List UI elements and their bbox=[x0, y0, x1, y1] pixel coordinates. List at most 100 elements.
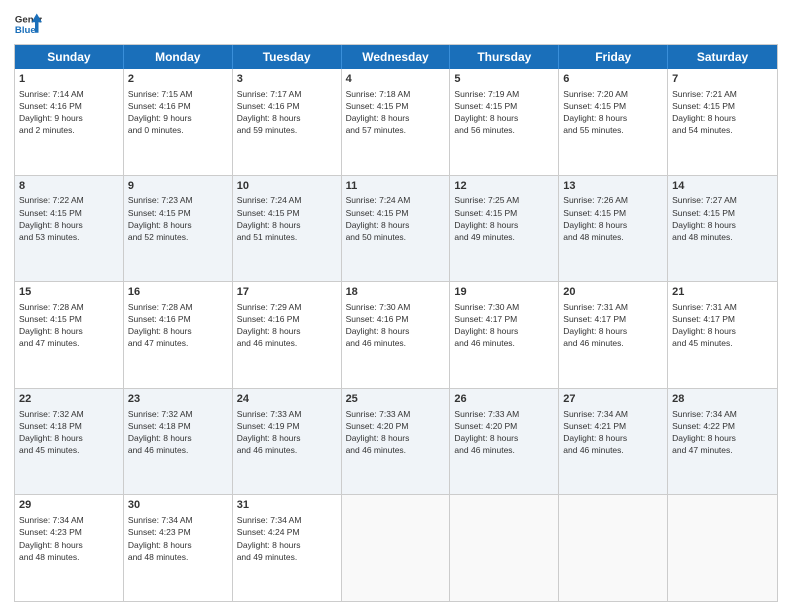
calendar-week-1: 8Sunrise: 7:22 AM Sunset: 4:15 PM Daylig… bbox=[15, 175, 777, 282]
day-number: 6 bbox=[563, 72, 663, 87]
day-info: Sunrise: 7:19 AM Sunset: 4:15 PM Dayligh… bbox=[454, 89, 519, 135]
day-info: Sunrise: 7:34 AM Sunset: 4:23 PM Dayligh… bbox=[19, 515, 84, 561]
calendar-week-3: 22 Sunrise: 7:32 AM Sunset: 4:18 PM Dayli… bbox=[15, 388, 777, 495]
calendar-cell-20: 20 Sunrise: 7:31 AM Sunset: 4:17 PM Dayli… bbox=[559, 282, 668, 388]
day-info: Sunrise: 7:28 AM Sunset: 4:16 PM Dayligh… bbox=[128, 302, 193, 348]
calendar-cell-23: 23Sunrise: 7:32 AM Sunset: 4:18 PM Dayli… bbox=[124, 389, 233, 495]
day-info: Sunrise: 7:30 AM Sunset: 4:17 PM Dayligh… bbox=[454, 302, 519, 348]
day-info: Sunrise: 7:34 AM Sunset: 4:21 PM Dayligh… bbox=[563, 409, 628, 455]
calendar-cell-15: 15 Sunrise: 7:28 AM Sunset: 4:15 PM Dayli… bbox=[15, 282, 124, 388]
calendar-cell-empty bbox=[342, 495, 451, 601]
calendar-cell-9: 9Sunrise: 7:23 AM Sunset: 4:15 PM Daylig… bbox=[124, 176, 233, 282]
day-number: 7 bbox=[672, 72, 773, 87]
header-day-sunday: Sunday bbox=[15, 45, 124, 69]
day-number: 26 bbox=[454, 392, 554, 407]
day-number: 15 bbox=[19, 285, 119, 300]
header-day-monday: Monday bbox=[124, 45, 233, 69]
day-number: 5 bbox=[454, 72, 554, 87]
calendar-header: SundayMondayTuesdayWednesdayThursdayFrid… bbox=[15, 45, 777, 69]
day-info: Sunrise: 7:33 AM Sunset: 4:19 PM Dayligh… bbox=[237, 409, 302, 455]
header-day-wednesday: Wednesday bbox=[342, 45, 451, 69]
day-number: 9 bbox=[128, 179, 228, 194]
day-number: 16 bbox=[128, 285, 228, 300]
calendar-body: 1Sunrise: 7:14 AM Sunset: 4:16 PM Daylig… bbox=[15, 69, 777, 601]
calendar-cell-17: 17 Sunrise: 7:29 AM Sunset: 4:16 PM Dayli… bbox=[233, 282, 342, 388]
calendar-cell-11: 11Sunrise: 7:24 AM Sunset: 4:15 PM Dayli… bbox=[342, 176, 451, 282]
day-number: 13 bbox=[563, 179, 663, 194]
day-info: Sunrise: 7:25 AM Sunset: 4:15 PM Dayligh… bbox=[454, 195, 519, 241]
header: General Blue bbox=[14, 10, 778, 38]
day-info: Sunrise: 7:22 AM Sunset: 4:15 PM Dayligh… bbox=[19, 195, 84, 241]
calendar-cell-13: 13Sunrise: 7:26 AM Sunset: 4:15 PM Dayli… bbox=[559, 176, 668, 282]
day-info: Sunrise: 7:21 AM Sunset: 4:15 PM Dayligh… bbox=[672, 89, 737, 135]
day-info: Sunrise: 7:33 AM Sunset: 4:20 PM Dayligh… bbox=[454, 409, 519, 455]
header-day-saturday: Saturday bbox=[668, 45, 777, 69]
calendar-cell-14: 14Sunrise: 7:27 AM Sunset: 4:15 PM Dayli… bbox=[668, 176, 777, 282]
calendar-cell-31: 31 Sunrise: 7:34 AM Sunset: 4:24 PM Dayli… bbox=[233, 495, 342, 601]
day-info: Sunrise: 7:18 AM Sunset: 4:15 PM Dayligh… bbox=[346, 89, 411, 135]
page-container: General Blue SundayMondayTuesdayWednesda… bbox=[0, 0, 792, 612]
calendar-week-0: 1Sunrise: 7:14 AM Sunset: 4:16 PM Daylig… bbox=[15, 69, 777, 175]
calendar-cell-29: 29Sunrise: 7:34 AM Sunset: 4:23 PM Dayli… bbox=[15, 495, 124, 601]
calendar-cell-empty bbox=[450, 495, 559, 601]
calendar-cell-empty bbox=[668, 495, 777, 601]
calendar-week-2: 15 Sunrise: 7:28 AM Sunset: 4:15 PM Dayli… bbox=[15, 281, 777, 388]
day-number: 30 bbox=[128, 498, 228, 513]
day-info: Sunrise: 7:32 AM Sunset: 4:18 PM Dayligh… bbox=[128, 409, 193, 455]
day-info: Sunrise: 7:31 AM Sunset: 4:17 PM Dayligh… bbox=[563, 302, 628, 348]
day-info: Sunrise: 7:33 AM Sunset: 4:20 PM Dayligh… bbox=[346, 409, 411, 455]
day-number: 18 bbox=[346, 285, 446, 300]
calendar-cell-4: 4 Sunrise: 7:18 AM Sunset: 4:15 PM Daylig… bbox=[342, 69, 451, 175]
logo: General Blue bbox=[14, 10, 42, 38]
day-info: Sunrise: 7:32 AM Sunset: 4:18 PM Dayligh… bbox=[19, 409, 84, 455]
day-info: Sunrise: 7:28 AM Sunset: 4:15 PM Dayligh… bbox=[19, 302, 84, 348]
header-day-thursday: Thursday bbox=[450, 45, 559, 69]
calendar-cell-22: 22 Sunrise: 7:32 AM Sunset: 4:18 PM Dayli… bbox=[15, 389, 124, 495]
day-number: 20 bbox=[563, 285, 663, 300]
calendar-week-4: 29Sunrise: 7:34 AM Sunset: 4:23 PM Dayli… bbox=[15, 494, 777, 601]
calendar-cell-3: 3 Sunrise: 7:17 AM Sunset: 4:16 PM Daylig… bbox=[233, 69, 342, 175]
day-info: Sunrise: 7:15 AM Sunset: 4:16 PM Dayligh… bbox=[128, 89, 193, 135]
calendar-cell-6: 6 Sunrise: 7:20 AM Sunset: 4:15 PM Daylig… bbox=[559, 69, 668, 175]
day-number: 17 bbox=[237, 285, 337, 300]
day-number: 12 bbox=[454, 179, 554, 194]
calendar-cell-5: 5 Sunrise: 7:19 AM Sunset: 4:15 PM Daylig… bbox=[450, 69, 559, 175]
day-number: 8 bbox=[19, 179, 119, 194]
day-number: 25 bbox=[346, 392, 446, 407]
calendar-cell-30: 30Sunrise: 7:34 AM Sunset: 4:23 PM Dayli… bbox=[124, 495, 233, 601]
day-info: Sunrise: 7:30 AM Sunset: 4:16 PM Dayligh… bbox=[346, 302, 411, 348]
calendar-cell-21: 21Sunrise: 7:31 AM Sunset: 4:17 PM Dayli… bbox=[668, 282, 777, 388]
calendar-cell-18: 18 Sunrise: 7:30 AM Sunset: 4:16 PM Dayli… bbox=[342, 282, 451, 388]
day-info: Sunrise: 7:29 AM Sunset: 4:16 PM Dayligh… bbox=[237, 302, 302, 348]
calendar: SundayMondayTuesdayWednesdayThursdayFrid… bbox=[14, 44, 778, 602]
calendar-cell-19: 19 Sunrise: 7:30 AM Sunset: 4:17 PM Dayli… bbox=[450, 282, 559, 388]
day-number: 10 bbox=[237, 179, 337, 194]
day-info: Sunrise: 7:31 AM Sunset: 4:17 PM Dayligh… bbox=[672, 302, 737, 348]
calendar-cell-2: 2 Sunrise: 7:15 AM Sunset: 4:16 PM Daylig… bbox=[124, 69, 233, 175]
day-number: 19 bbox=[454, 285, 554, 300]
day-number: 3 bbox=[237, 72, 337, 87]
header-day-tuesday: Tuesday bbox=[233, 45, 342, 69]
day-number: 4 bbox=[346, 72, 446, 87]
calendar-cell-empty bbox=[559, 495, 668, 601]
day-number: 11 bbox=[346, 179, 446, 194]
day-info: Sunrise: 7:17 AM Sunset: 4:16 PM Dayligh… bbox=[237, 89, 302, 135]
calendar-cell-25: 25 Sunrise: 7:33 AM Sunset: 4:20 PM Dayli… bbox=[342, 389, 451, 495]
calendar-cell-12: 12Sunrise: 7:25 AM Sunset: 4:15 PM Dayli… bbox=[450, 176, 559, 282]
day-number: 14 bbox=[672, 179, 773, 194]
day-number: 22 bbox=[19, 392, 119, 407]
calendar-cell-7: 7 Sunrise: 7:21 AM Sunset: 4:15 PM Daylig… bbox=[668, 69, 777, 175]
day-info: Sunrise: 7:34 AM Sunset: 4:24 PM Dayligh… bbox=[237, 515, 302, 561]
calendar-cell-28: 28Sunrise: 7:34 AM Sunset: 4:22 PM Dayli… bbox=[668, 389, 777, 495]
logo-icon: General Blue bbox=[14, 10, 42, 38]
day-info: Sunrise: 7:20 AM Sunset: 4:15 PM Dayligh… bbox=[563, 89, 628, 135]
day-number: 31 bbox=[237, 498, 337, 513]
day-number: 2 bbox=[128, 72, 228, 87]
day-info: Sunrise: 7:24 AM Sunset: 4:15 PM Dayligh… bbox=[346, 195, 411, 241]
calendar-cell-24: 24Sunrise: 7:33 AM Sunset: 4:19 PM Dayli… bbox=[233, 389, 342, 495]
day-info: Sunrise: 7:23 AM Sunset: 4:15 PM Dayligh… bbox=[128, 195, 193, 241]
calendar-cell-26: 26 Sunrise: 7:33 AM Sunset: 4:20 PM Dayli… bbox=[450, 389, 559, 495]
calendar-cell-27: 27Sunrise: 7:34 AM Sunset: 4:21 PM Dayli… bbox=[559, 389, 668, 495]
day-info: Sunrise: 7:26 AM Sunset: 4:15 PM Dayligh… bbox=[563, 195, 628, 241]
day-info: Sunrise: 7:27 AM Sunset: 4:15 PM Dayligh… bbox=[672, 195, 737, 241]
